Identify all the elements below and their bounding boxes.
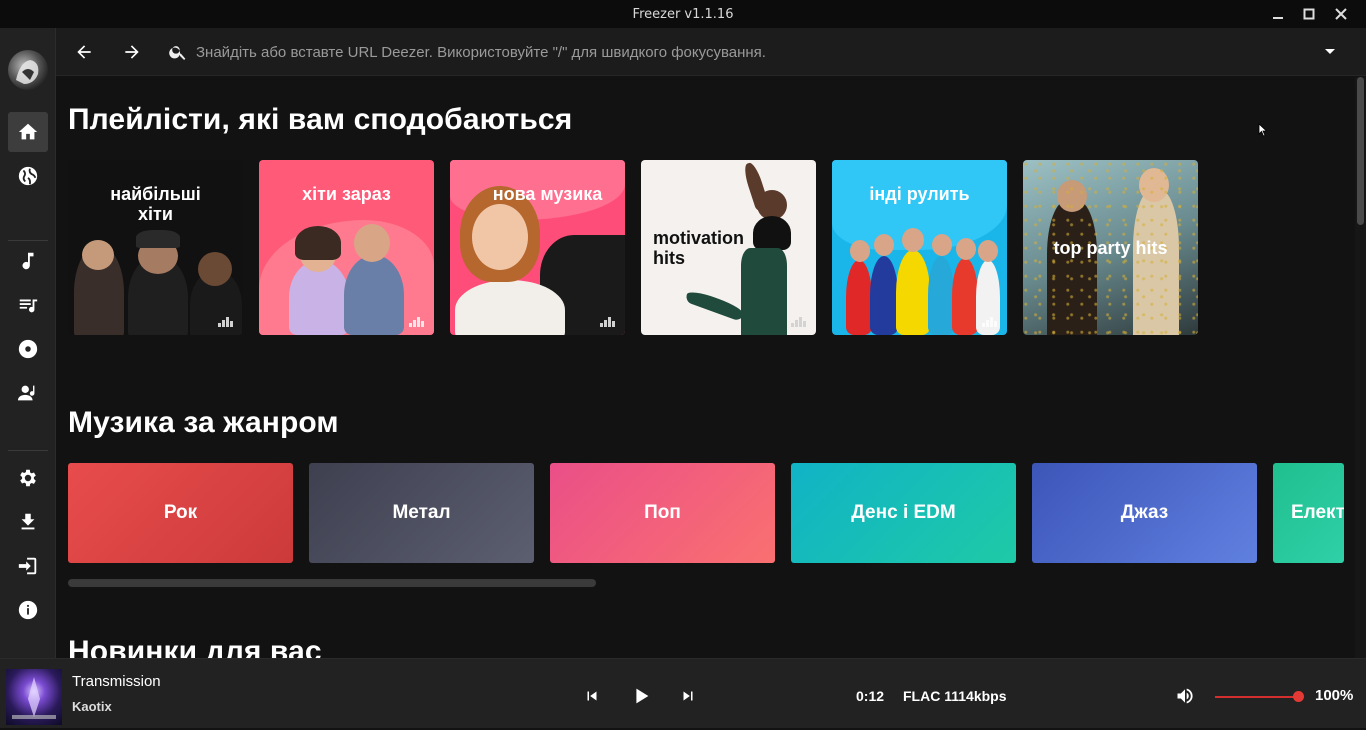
home-icon xyxy=(18,123,38,140)
title-bar: Freezer v1.1.16 xyxy=(0,0,1366,28)
previous-button[interactable] xyxy=(577,681,607,711)
album-icon xyxy=(18,339,38,359)
playlist-card[interactable]: інді рулить xyxy=(832,160,1007,335)
main-scrollbar[interactable] xyxy=(1355,77,1366,658)
window-title: Freezer v1.1.16 xyxy=(632,6,734,22)
playlist-label: motivation xyxy=(653,228,745,248)
sidebar-item-artists[interactable] xyxy=(8,373,48,413)
close-button[interactable] xyxy=(1324,0,1358,28)
back-button[interactable] xyxy=(68,36,100,68)
playlist-card[interactable]: хіти зараз xyxy=(259,160,434,335)
arrow-left-icon xyxy=(77,45,91,59)
genre-label: Метал xyxy=(392,502,451,523)
album-art xyxy=(12,677,56,719)
close-icon xyxy=(1335,8,1347,20)
deezer-logo-icon xyxy=(600,317,615,327)
genre-label: Електро xyxy=(1291,502,1344,523)
genre-label: Денс і EDM xyxy=(851,502,956,523)
sidebar-item-info[interactable] xyxy=(8,590,48,630)
playlist-label: інді рулить xyxy=(869,184,970,204)
sidebar-item-settings[interactable] xyxy=(8,458,48,498)
skip-next-icon xyxy=(683,691,693,701)
volume-percent: 100% xyxy=(1315,687,1354,704)
genre-label: Джаз xyxy=(1120,502,1169,523)
cursor-icon xyxy=(1258,123,1268,137)
music-note-icon xyxy=(22,252,34,270)
audio-quality: FLAC 1114kbps xyxy=(903,688,1007,704)
playlist-label: хіти зараз xyxy=(302,184,391,204)
playlist-label: top party hits xyxy=(1053,238,1168,258)
forward-button[interactable] xyxy=(116,36,148,68)
volume-slider-handle[interactable] xyxy=(1293,691,1304,702)
deezer-logo-icon xyxy=(982,317,997,327)
playlist-icon xyxy=(19,299,38,313)
volume-button[interactable] xyxy=(1170,681,1200,711)
sidebar-item-login[interactable] xyxy=(8,546,48,586)
artist-icon xyxy=(17,385,35,401)
chevron-down-icon xyxy=(1325,49,1335,54)
deezer-logo-icon xyxy=(791,317,806,327)
minimize-icon xyxy=(1273,17,1283,19)
next-button[interactable] xyxy=(673,681,703,711)
genre-card-dance-edm[interactable]: Денс і EDM xyxy=(791,463,1016,563)
album-cover[interactable] xyxy=(6,669,62,725)
avatar[interactable] xyxy=(8,50,48,90)
playlist-card[interactable]: motivation hits xyxy=(641,160,816,335)
scrollbar-thumb[interactable] xyxy=(1357,77,1364,225)
section-title-new: Новинки для вас xyxy=(68,635,322,658)
sidebar-item-downloads[interactable] xyxy=(8,502,48,542)
player-bar: Transmission Kaotix 0:12 FLAC 1114kbps 1… xyxy=(0,658,1366,728)
playlist-label: найбільші xyxy=(110,184,201,204)
playlist-card[interactable]: top party hits xyxy=(1023,160,1198,335)
track-title[interactable]: Transmission xyxy=(72,673,161,690)
playlist-card[interactable]: найбільші хіти xyxy=(68,160,243,335)
arrow-right-icon xyxy=(125,45,139,59)
playlist-label: hits xyxy=(653,248,686,268)
settings-icon xyxy=(20,469,36,487)
track-artist[interactable]: Kaotix xyxy=(72,699,112,714)
genres-scrollbar[interactable] xyxy=(68,579,596,587)
sidebar-item-albums[interactable] xyxy=(8,329,48,369)
play-icon xyxy=(636,688,649,704)
maximize-icon xyxy=(1303,8,1315,20)
globe-icon xyxy=(18,166,38,186)
sidebar-item-home[interactable] xyxy=(8,112,48,152)
deezer-logo-icon xyxy=(218,317,233,327)
genre-card-pop[interactable]: Поп xyxy=(550,463,775,563)
playlist-label: хіти xyxy=(138,204,173,224)
volume-slider[interactable] xyxy=(1215,696,1299,698)
playlist-card[interactable]: нова музика xyxy=(450,160,625,335)
search-input[interactable] xyxy=(196,43,1196,61)
genre-card-jazz[interactable]: Джаз xyxy=(1032,463,1257,563)
search-icon xyxy=(169,46,186,60)
download-icon xyxy=(21,513,35,530)
sidebar-divider xyxy=(8,450,48,451)
deezer-logo-icon xyxy=(409,317,424,327)
info-icon xyxy=(18,600,38,620)
genre-card-rock[interactable]: Рок xyxy=(68,463,293,563)
top-bar xyxy=(56,28,1366,76)
skip-previous-icon xyxy=(587,691,597,701)
section-title-genres: Музика за жанром xyxy=(68,406,339,439)
genre-card-metal[interactable]: Метал xyxy=(309,463,534,563)
playback-time: 0:12 xyxy=(856,688,885,704)
genre-label: Рок xyxy=(163,502,198,523)
main-content: Плейлісти, які вам сподобаються найбільш… xyxy=(56,77,1354,658)
maximize-button[interactable] xyxy=(1292,0,1326,28)
volume-icon xyxy=(1177,688,1193,704)
genre-label: Поп xyxy=(644,502,681,523)
minimize-button[interactable] xyxy=(1261,0,1295,28)
sidebar-item-explore[interactable] xyxy=(8,156,48,196)
login-icon xyxy=(18,557,37,575)
play-button[interactable] xyxy=(626,681,656,711)
genre-card-electro[interactable]: Електро xyxy=(1273,463,1344,563)
section-title-playlists: Плейлісти, які вам сподобаються xyxy=(68,103,573,136)
search-bar xyxy=(168,36,1278,68)
sidebar-item-tracks[interactable] xyxy=(8,241,48,281)
sidebar xyxy=(0,28,56,658)
sidebar-item-playlists[interactable] xyxy=(8,285,48,325)
search-dropdown-button[interactable] xyxy=(1314,36,1346,68)
playlist-label: нова музика xyxy=(492,184,603,204)
avatar-image xyxy=(16,60,39,84)
